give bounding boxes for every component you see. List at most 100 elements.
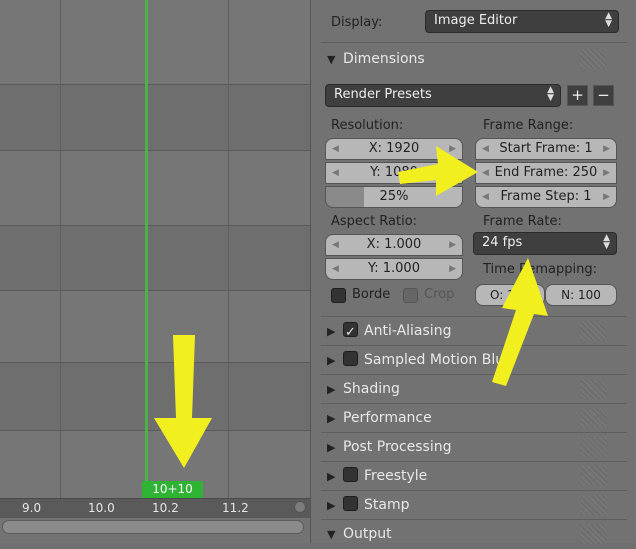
drag-handle[interactable] — [581, 49, 607, 69]
panel-header-shading[interactable]: ▶ Shading — [327, 375, 617, 403]
frame-step-value: Frame Step: 1 — [500, 189, 592, 204]
decrement-icon[interactable]: ◀ — [482, 163, 489, 183]
aspect-ratio-label: Aspect Ratio: — [331, 214, 418, 229]
remove-preset-icon[interactable]: − — [593, 85, 614, 106]
frame-rate-select[interactable]: 24 fps ▲ ▼ — [473, 232, 617, 255]
frame-step-field[interactable]: ◀ Frame Step: 1 ▶ — [475, 186, 617, 208]
resolution-percentage-value: 25% — [379, 189, 409, 204]
updown-icon: ▲ ▼ — [603, 233, 610, 251]
aspect-y-field[interactable]: ◀ Y: 1.000 ▶ — [325, 258, 463, 280]
panel-title: Post Processing — [343, 439, 452, 455]
scrollbar-thumb[interactable] — [2, 520, 304, 534]
increment-icon[interactable]: ▶ — [449, 235, 456, 255]
ruler-tick: 9.0 — [22, 501, 42, 515]
panel-header-sampled-motion-blur[interactable]: ▶ Sampled Motion Blur — [327, 346, 617, 374]
timeline-row — [0, 290, 310, 362]
resolution-y-field[interactable]: ◀ Y: 1080 ▶ — [325, 162, 463, 184]
collapsed-triangle-icon: ▶ — [327, 499, 336, 512]
grid-line — [60, 0, 61, 500]
panel-title: Output — [343, 526, 392, 542]
drag-handle[interactable] — [581, 379, 607, 399]
decrement-icon[interactable]: ◀ — [332, 139, 339, 159]
grid-line — [0, 430, 310, 431]
grid-line — [0, 290, 310, 291]
time-remap-new-field[interactable]: N: 100 — [545, 284, 617, 306]
increment-icon[interactable]: ▶ — [603, 139, 610, 159]
collapsed-triangle-icon: ▶ — [327, 325, 336, 338]
decrement-icon[interactable]: ◀ — [332, 163, 339, 183]
collapsed-triangle-icon: ▶ — [327, 470, 336, 483]
collapsed-triangle-icon: ▶ — [327, 441, 336, 454]
aspect-x-field[interactable]: ◀ X: 1.000 ▶ — [325, 234, 463, 256]
increment-icon[interactable]: ▶ — [449, 139, 456, 159]
resolution-y-value: Y: 1080 — [370, 165, 418, 180]
frame-ruler[interactable]: 9.0 10.0 10.2 11.2 — [0, 498, 310, 519]
frame-range-label: Frame Range: — [483, 118, 574, 133]
stamp-checkbox[interactable] — [343, 496, 358, 511]
scroll-handle[interactable] — [294, 501, 306, 513]
drag-handle[interactable] — [581, 408, 607, 428]
frame-rate-value: 24 fps — [482, 235, 523, 250]
grid-line — [0, 84, 310, 85]
panel-title: Dimensions — [343, 51, 425, 67]
drag-handle[interactable] — [581, 437, 607, 457]
increment-icon[interactable]: ▶ — [449, 163, 456, 183]
horizontal-scrollbar[interactable] — [0, 518, 310, 543]
display-select[interactable]: Image Editor ▲ ▼ — [425, 10, 619, 33]
collapsed-triangle-icon: ▶ — [327, 383, 336, 396]
ruler-tick: 10.0 — [88, 501, 115, 515]
decrement-icon[interactable]: ◀ — [482, 187, 489, 207]
collapsed-triangle-icon: ▶ — [327, 354, 336, 367]
panel-header-freestyle[interactable]: ▶ Freestyle — [327, 462, 617, 490]
time-remap-old-field[interactable]: O: 100 — [475, 284, 545, 306]
increment-icon[interactable]: ▶ — [603, 163, 610, 183]
increment-icon[interactable]: ▶ — [449, 259, 456, 279]
resolution-percentage-slider[interactable]: 25% — [325, 186, 463, 208]
drag-handle[interactable] — [581, 321, 607, 341]
panel-header-output[interactable]: ▼ Output — [327, 520, 617, 548]
panel-header-stamp[interactable]: ▶ Stamp — [327, 491, 617, 519]
panel-header-performance[interactable]: ▶ Performance — [327, 404, 617, 432]
resolution-label: Resolution: — [331, 118, 404, 133]
grid-line — [228, 0, 229, 500]
grid-line — [0, 225, 310, 226]
render-presets-select[interactable]: Render Presets ▲ ▼ — [325, 84, 561, 107]
drag-handle[interactable] — [581, 495, 607, 515]
drag-handle[interactable] — [581, 524, 607, 544]
expanded-triangle-icon: ▼ — [327, 528, 336, 541]
updown-icon: ▲ ▼ — [605, 11, 612, 29]
start-frame-field[interactable]: ◀ Start Frame: 1 ▶ — [475, 138, 617, 160]
freestyle-checkbox[interactable] — [343, 467, 358, 482]
crop-checkbox[interactable] — [403, 288, 418, 303]
time-remapping-label: Time Remapping: — [483, 262, 598, 277]
frame-rate-label: Frame Rate: — [483, 214, 562, 229]
panel-header-post-processing[interactable]: ▶ Post Processing — [327, 433, 617, 461]
resolution-x-value: X: 1920 — [368, 141, 420, 156]
panel-title: Sampled Motion Blur — [364, 352, 510, 368]
decrement-icon[interactable]: ◀ — [332, 235, 339, 255]
border-checkbox[interactable] — [331, 288, 346, 303]
aspect-y-value: Y: 1.000 — [368, 261, 420, 276]
drag-handle[interactable] — [581, 466, 607, 486]
panel-header-anti-aliasing[interactable]: ▶ Anti-Aliasing — [327, 317, 617, 347]
border-label: Borde — [352, 287, 391, 302]
properties-panel: Display: Image Editor ▲ ▼ ▼ Dimensions Ren… — [310, 0, 636, 544]
add-preset-icon[interactable]: + — [567, 85, 588, 106]
increment-icon[interactable]: ▶ — [603, 187, 610, 207]
ruler-tick: 10.2 — [152, 501, 179, 515]
grid-line — [0, 150, 310, 151]
motion-blur-checkbox[interactable] — [343, 351, 358, 366]
decrement-icon[interactable]: ◀ — [332, 259, 339, 279]
end-frame-value: End Frame: 250 — [494, 165, 598, 180]
resolution-x-field[interactable]: ◀ X: 1920 ▶ — [325, 138, 463, 160]
display-label: Display: — [331, 15, 383, 30]
current-frame-cursor[interactable] — [145, 0, 148, 502]
collapsed-triangle-icon: ▶ — [327, 412, 336, 425]
time-remap-old-value: O: 100 — [490, 288, 530, 302]
panel-header-dimensions[interactable]: ▼ Dimensions — [327, 45, 617, 73]
decrement-icon[interactable]: ◀ — [482, 139, 489, 159]
timeline-editor[interactable]: 9.0 10.0 10.2 11.2 10+10 — [0, 0, 310, 543]
end-frame-field[interactable]: ◀ End Frame: 250 ▶ — [475, 162, 617, 184]
anti-aliasing-checkbox[interactable] — [343, 319, 358, 347]
expanded-triangle-icon: ▼ — [327, 53, 336, 66]
